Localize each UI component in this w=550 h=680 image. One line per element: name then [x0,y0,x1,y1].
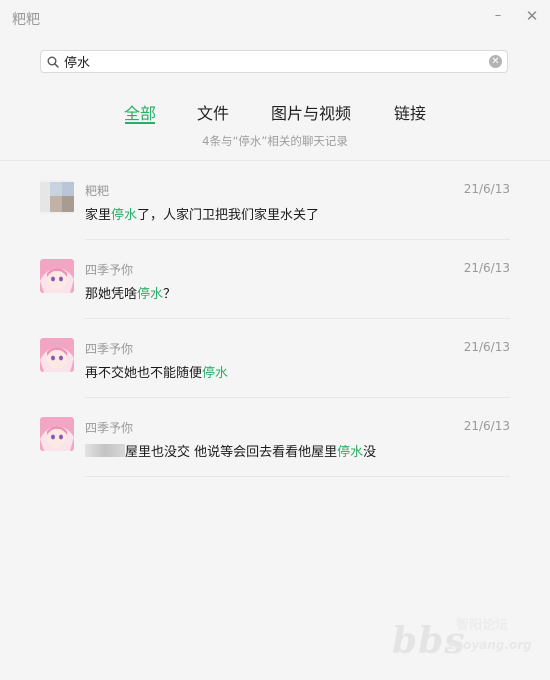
keyword-highlight: 停水 [137,287,164,302]
clear-icon[interactable]: ✕ [489,55,502,68]
search-icon [47,56,59,68]
message-date: 21/6/13 [463,261,510,275]
window-title: 粑粑 [12,12,40,28]
tab-links[interactable]: 链接 [394,100,426,124]
result-item[interactable]: 四季予你 21/6/13 再不交她也不能随便停水 [0,319,550,398]
watermark-url: zaoyang.org [448,638,532,652]
keyword-highlight: 停水 [111,208,138,223]
result-item[interactable]: 粑粑 21/6/13 家里停水了，人家门卫把我们家里水关了 [0,161,550,240]
watermark-title: 智阳论坛 [456,618,509,633]
sender-name: 四季予你 [85,421,134,435]
message-date: 21/6/13 [463,340,510,354]
message-text: 那她凭啥停水？ [85,287,177,302]
sender-name: 四季予你 [85,263,134,277]
message-date: 21/6/13 [463,419,510,433]
sender-name: 四季予你 [85,342,134,356]
forum-watermark: bbs 智阳论坛 zaoyang.org [392,612,542,672]
search-input[interactable] [64,52,484,71]
message-text: 家里停水了，人家门卫把我们家里水关了 [85,208,320,223]
result-count: 4条与“停水”相关的聊天记录 [202,134,348,148]
tab-files[interactable]: 文件 [197,100,229,124]
close-button[interactable]: ✕ [522,6,542,26]
minimize-button[interactable]: – [488,6,508,26]
tab-images-videos[interactable]: 图片与视频 [271,100,351,124]
avatar [40,417,74,451]
redacted-text [85,444,125,457]
tab-bar: 全部 文件 图片与视频 链接 [0,100,550,124]
active-tab-indicator [125,122,155,124]
keyword-highlight: 停水 [202,366,229,381]
avatar [40,338,74,372]
result-item[interactable]: 四季予你 21/6/13 那她凭啥停水？ [0,240,550,319]
avatar [40,259,74,293]
search-box[interactable]: ✕ [40,50,508,73]
title-bar: 粑粑 – ✕ [0,0,550,34]
avatar [40,180,74,214]
row-divider [85,476,510,477]
message-text: 再不交她也不能随便停水 [85,366,229,381]
message-date: 21/6/13 [463,182,510,196]
message-text: 屋里也没交 他说等会回去看看他屋里停水没 [85,441,376,460]
sender-name: 粑粑 [85,184,110,198]
result-item[interactable]: 四季予你 21/6/13 屋里也没交 他说等会回去看看他屋里停水没 [0,398,550,477]
tab-all[interactable]: 全部 [124,100,156,124]
keyword-highlight: 停水 [337,445,364,460]
